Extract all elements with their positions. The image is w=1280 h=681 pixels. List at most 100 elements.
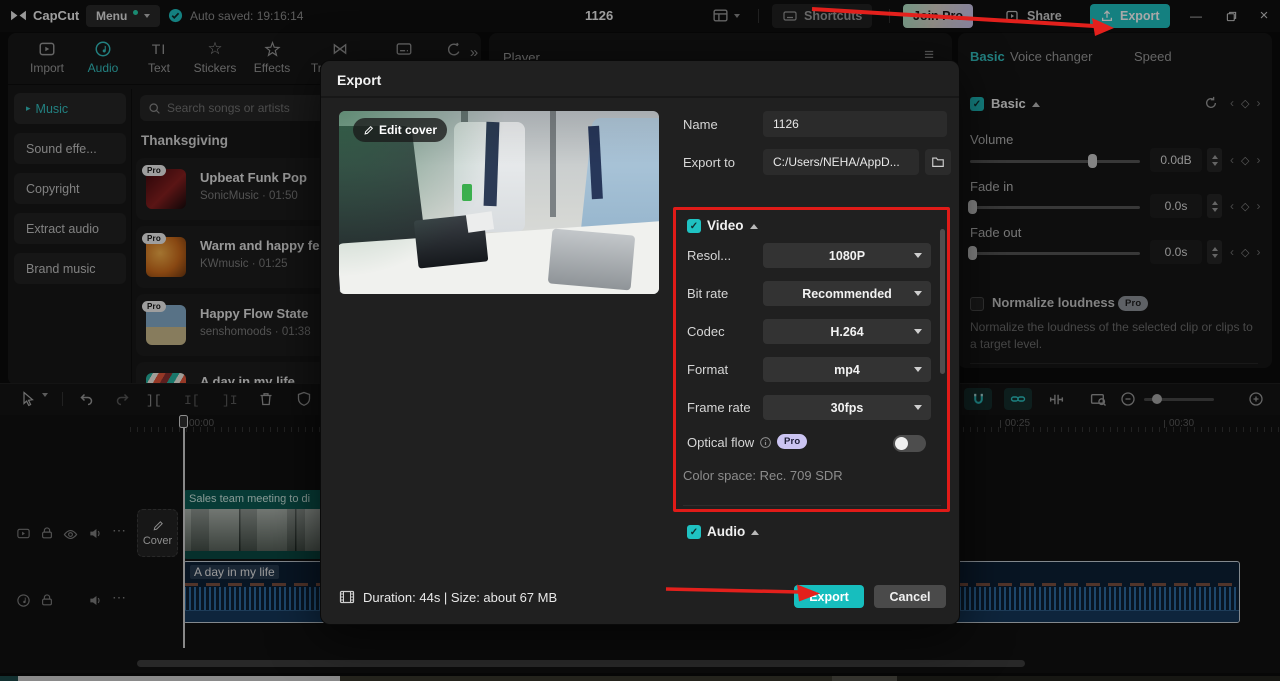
fade-in-keyframe-nav[interactable]: ‹ ◇ ›	[1230, 199, 1260, 213]
smart-tool-button[interactable]	[296, 391, 312, 407]
keyframe-diamond-icon[interactable]: ◇	[1241, 97, 1249, 110]
select-tool-caret[interactable]	[42, 397, 48, 411]
bitrate-select[interactable]: Recommended	[763, 281, 931, 306]
zoom-in-button[interactable]	[1248, 391, 1264, 407]
window-close-button[interactable]: ×	[1257, 8, 1271, 22]
keyframe-nav[interactable]: ‹ ◇ ›	[1230, 96, 1260, 110]
tab-text[interactable]: TI Text	[130, 40, 188, 75]
dialog-export-button[interactable]: Export	[794, 585, 864, 608]
video-track-lock-button[interactable]	[40, 526, 54, 540]
framerate-select[interactable]: 30fps	[763, 395, 931, 420]
reset-button[interactable]	[1204, 96, 1218, 110]
fade-out-stepper[interactable]	[1207, 240, 1222, 264]
fade-in-slider[interactable]	[970, 206, 1140, 209]
dialog-cancel-button[interactable]: Cancel	[874, 585, 946, 608]
prev-keyframe-icon[interactable]: ‹	[1230, 96, 1234, 110]
fade-out-slider-handle[interactable]	[968, 246, 977, 260]
basic-section-checkbox[interactable]: ✓	[970, 97, 984, 111]
linking-button[interactable]	[1004, 388, 1032, 410]
cover-button[interactable]: Cover	[137, 509, 178, 557]
tab-basic[interactable]: Basic	[970, 49, 1005, 64]
audio-track-lock-button[interactable]	[40, 593, 54, 607]
keyframe-diamond-icon[interactable]: ◇	[1241, 200, 1249, 213]
codec-select[interactable]: H.264	[763, 319, 931, 344]
edit-cover-button[interactable]: Edit cover	[353, 118, 447, 142]
titlebar-export-button[interactable]: Export	[1090, 4, 1170, 28]
select-tool-button[interactable]	[20, 391, 36, 407]
magnetic-snap-button[interactable]	[964, 388, 992, 410]
resolution-select[interactable]: 1080P	[763, 243, 931, 268]
prev-keyframe-icon[interactable]: ‹	[1230, 199, 1234, 213]
name-input[interactable]: 1126	[763, 111, 947, 137]
fade-out-slider[interactable]	[970, 252, 1140, 255]
optical-flow-toggle[interactable]	[893, 435, 926, 452]
sidebar-item-sound-effects[interactable]: Sound effe...	[14, 133, 126, 164]
collapse-caret-icon[interactable]	[1032, 102, 1040, 107]
window-maximize-button[interactable]	[1224, 9, 1238, 23]
zoom-out-button[interactable]	[1120, 391, 1136, 407]
join-pro-button[interactable]: Join Pro	[903, 4, 973, 28]
browse-folder-button[interactable]	[925, 149, 951, 175]
share-button[interactable]: Share	[995, 4, 1072, 28]
normalize-loudness-checkbox[interactable]	[970, 297, 984, 311]
preview-axis-button[interactable]	[1090, 391, 1107, 408]
timeline-zoom-handle[interactable]	[1152, 394, 1162, 404]
auto-ripple-button[interactable]	[1048, 391, 1065, 408]
keyframe-diamond-icon[interactable]: ◇	[1241, 154, 1249, 167]
optical-flow-info-icon[interactable]	[759, 436, 772, 449]
audio-section-checkbox[interactable]: ✓	[687, 525, 701, 539]
trim-right-button[interactable]: ]I	[222, 393, 238, 408]
fade-out-value[interactable]: 0.0s	[1150, 240, 1202, 264]
sidebar-item-music[interactable]: ▸ Music	[14, 93, 126, 124]
step-up-icon[interactable]	[1212, 247, 1218, 251]
sidebar-item-extract-audio[interactable]: Extract audio	[14, 213, 126, 244]
layout-switch-button[interactable]	[712, 7, 740, 24]
volume-stepper[interactable]	[1207, 148, 1222, 172]
tab-speed[interactable]: Speed	[1134, 49, 1172, 64]
tab-voice-changer[interactable]: Voice changer	[1010, 49, 1092, 64]
volume-slider[interactable]	[970, 160, 1140, 163]
step-down-icon[interactable]	[1212, 162, 1218, 166]
window-minimize-button[interactable]: —	[1189, 9, 1203, 23]
tab-audio[interactable]: Audio	[74, 40, 132, 75]
fade-in-value[interactable]: 0.0s	[1150, 194, 1202, 218]
next-keyframe-icon[interactable]: ›	[1256, 153, 1260, 167]
fade-in-slider-handle[interactable]	[968, 200, 977, 214]
step-up-icon[interactable]	[1212, 201, 1218, 205]
delete-button[interactable]	[258, 391, 274, 407]
audio-track-mute-button[interactable]	[88, 593, 103, 608]
keyframe-diamond-icon[interactable]: ◇	[1241, 246, 1249, 259]
tab-effects[interactable]: Effects	[243, 40, 301, 75]
sidebar-item-copyright[interactable]: Copyright	[14, 173, 126, 204]
fade-in-stepper[interactable]	[1207, 194, 1222, 218]
timeline-zoom-slider[interactable]	[1144, 398, 1214, 401]
volume-keyframe-nav[interactable]: ‹ ◇ ›	[1230, 153, 1260, 167]
fade-out-keyframe-nav[interactable]: ‹◇›	[1230, 245, 1260, 259]
video-track-hide-button[interactable]	[63, 527, 78, 542]
step-down-icon[interactable]	[1212, 254, 1218, 258]
video-collapse-caret[interactable]	[750, 224, 758, 229]
tab-captions[interactable]	[386, 40, 422, 58]
undo-button[interactable]	[78, 391, 94, 407]
next-keyframe-icon[interactable]: ›	[1256, 96, 1260, 110]
step-down-icon[interactable]	[1212, 208, 1218, 212]
shortcuts-button[interactable]: Shortcuts	[772, 4, 872, 28]
step-up-icon[interactable]	[1212, 155, 1218, 159]
format-select[interactable]: mp4	[763, 357, 931, 382]
video-track-more-button[interactable]: ⋯	[112, 522, 126, 539]
next-keyframe-icon[interactable]: ›	[1256, 245, 1260, 259]
menu-button[interactable]: Menu	[86, 5, 160, 27]
trim-left-button[interactable]: I[	[184, 393, 200, 408]
playhead-line[interactable]	[183, 428, 185, 648]
dialog-scrollbar[interactable]	[940, 229, 945, 374]
volume-value[interactable]: 0.0dB	[1150, 148, 1202, 172]
prev-keyframe-icon[interactable]: ‹	[1230, 153, 1234, 167]
playhead-handle[interactable]	[179, 415, 188, 428]
export-path-input[interactable]: C:/Users/NEHA/AppD...	[763, 149, 919, 175]
redo-button[interactable]	[115, 391, 131, 407]
timeline-horizontal-scrollbar[interactable]	[137, 660, 1025, 667]
sidebar-item-brand-music[interactable]: Brand music	[14, 253, 126, 284]
next-keyframe-icon[interactable]: ›	[1256, 199, 1260, 213]
tab-stickers[interactable]: ☆ Stickers	[186, 40, 244, 75]
video-track-mute-button[interactable]	[88, 526, 103, 541]
